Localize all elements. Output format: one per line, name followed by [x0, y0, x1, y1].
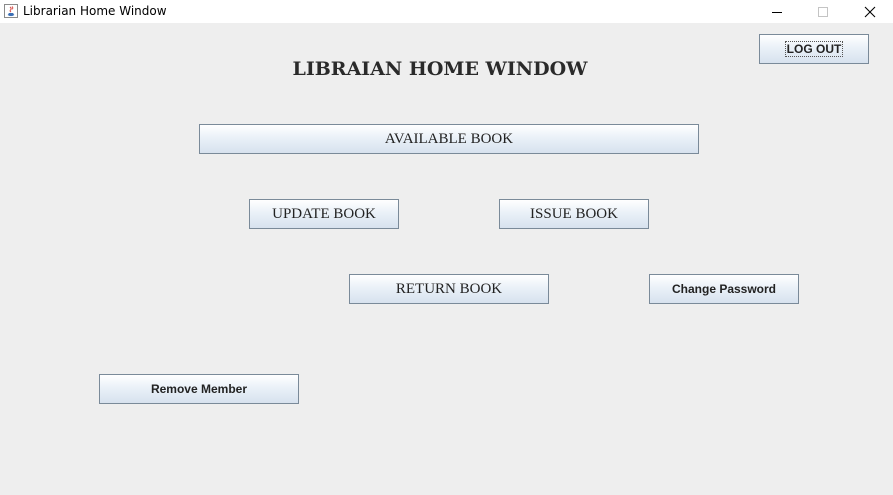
window-title: Librarian Home Window	[23, 4, 167, 18]
close-button[interactable]	[847, 0, 893, 23]
minimize-icon	[772, 11, 782, 13]
minimize-button[interactable]	[754, 0, 800, 23]
return-book-button[interactable]: RETURN BOOK	[349, 274, 549, 304]
logout-button[interactable]: LOG OUT	[759, 34, 869, 64]
update-book-button[interactable]: UPDATE BOOK	[249, 199, 399, 229]
change-password-button[interactable]: Change Password	[649, 274, 799, 304]
title-bar: Librarian Home Window	[0, 0, 893, 23]
close-icon	[864, 6, 876, 17]
librarian-home-window: Librarian Home Window LIBRAIAN HOME WIND…	[0, 0, 893, 495]
java-app-icon	[3, 3, 19, 19]
maximize-button[interactable]	[800, 0, 846, 23]
available-book-button[interactable]: AVAILABLE BOOK	[199, 124, 699, 154]
remove-member-button[interactable]: Remove Member	[99, 374, 299, 404]
logout-button-label: LOG OUT	[784, 41, 844, 57]
page-title: LIBRAIAN HOME WINDOW	[292, 58, 588, 80]
issue-book-button[interactable]: ISSUE BOOK	[499, 199, 649, 229]
maximize-icon	[818, 6, 828, 17]
